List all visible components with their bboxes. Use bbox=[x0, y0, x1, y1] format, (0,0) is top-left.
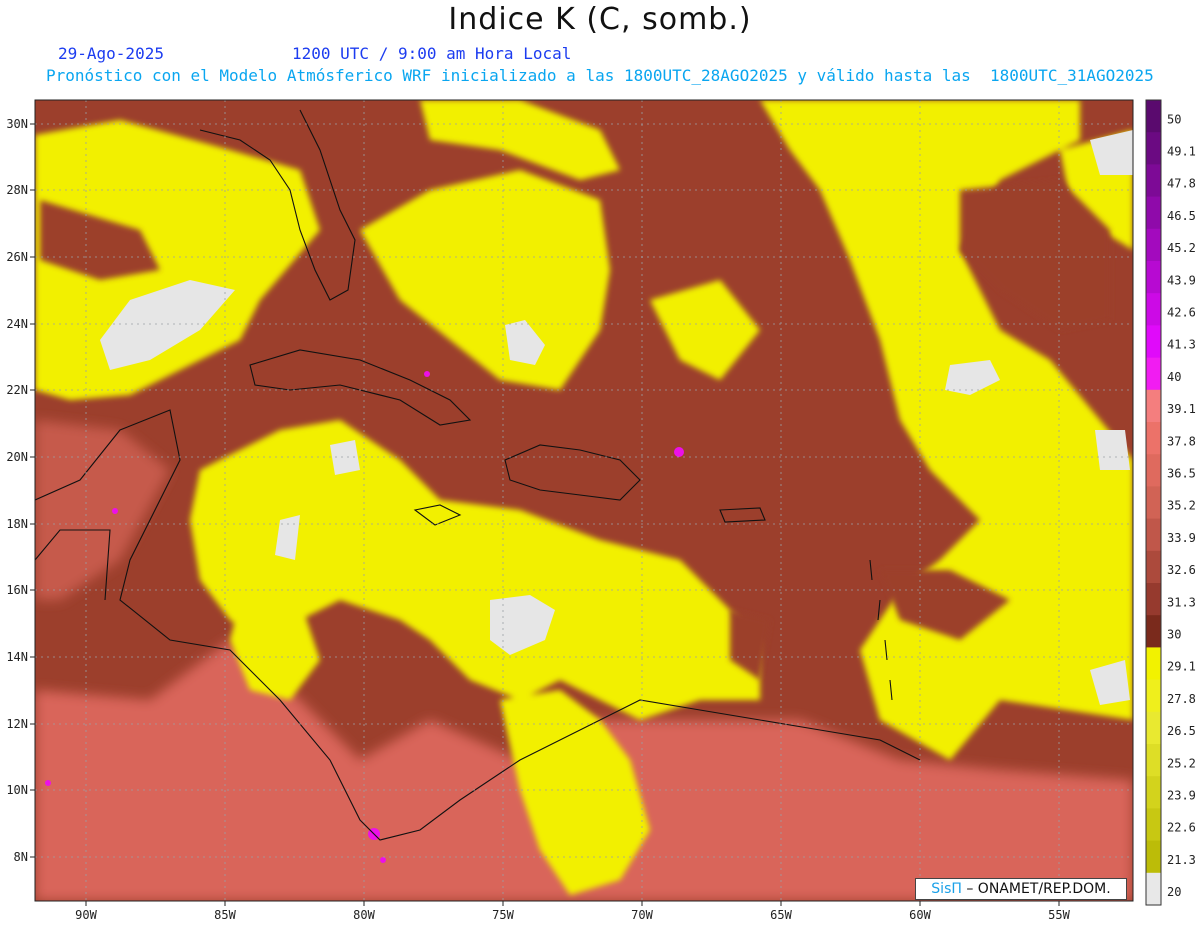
colorbar-label: 27.8 bbox=[1167, 692, 1196, 706]
colorbar-swatch bbox=[1146, 100, 1161, 133]
org-label: – ONAMET/REP.DOM. bbox=[966, 881, 1111, 897]
credit-box: SisΠ – ONAMET/REP.DOM. bbox=[915, 878, 1127, 900]
lat-label-30n: 30N bbox=[6, 117, 28, 131]
colorbar-swatch bbox=[1146, 744, 1161, 777]
colorbar-swatch bbox=[1146, 872, 1161, 906]
colorbar-swatch bbox=[1146, 422, 1161, 455]
colorbar-swatch bbox=[1146, 615, 1161, 648]
colorbar-label: 36.5 bbox=[1167, 467, 1196, 481]
colorbar-swatch bbox=[1146, 293, 1161, 326]
colorbar-swatch bbox=[1146, 486, 1161, 520]
colorbar-label: 47.8 bbox=[1167, 177, 1196, 191]
colorbar-label: 49.1 bbox=[1167, 145, 1196, 159]
lon-label-80w: 80W bbox=[353, 908, 375, 922]
colorbar-swatch bbox=[1146, 164, 1161, 198]
lon-label-65w: 65W bbox=[770, 908, 792, 922]
colorbar-swatch bbox=[1146, 647, 1161, 681]
colorbar-swatch bbox=[1146, 679, 1161, 713]
colorbar-label: 30 bbox=[1167, 628, 1181, 642]
colorbar-label: 32.6 bbox=[1167, 563, 1196, 577]
colorbar-swatch bbox=[1146, 357, 1161, 391]
lat-label-28n: 28N bbox=[6, 183, 28, 197]
colorbar-label: 23.9 bbox=[1167, 789, 1196, 803]
lat-label-24n: 24N bbox=[6, 317, 28, 331]
lon-label-75w: 75W bbox=[492, 908, 514, 922]
colorbar-label: 42.6 bbox=[1167, 306, 1196, 320]
colorbar-swatch bbox=[1146, 808, 1161, 842]
colorbar-label: 50 bbox=[1167, 112, 1181, 126]
lat-label-8n: 8N bbox=[14, 850, 28, 864]
lat-label-26n: 26N bbox=[6, 250, 28, 264]
colorbar-swatch bbox=[1146, 583, 1161, 616]
colorbar-label: 29.1 bbox=[1167, 660, 1196, 674]
colorbar-label: 20 bbox=[1167, 885, 1181, 899]
colorbar-label: 26.5 bbox=[1167, 724, 1196, 738]
colorbar-swatch bbox=[1146, 711, 1161, 745]
colorbar-swatch bbox=[1146, 550, 1161, 584]
lat-label-22n: 22N bbox=[6, 383, 28, 397]
colorbar-swatch bbox=[1146, 389, 1161, 423]
colorbar-label: 33.9 bbox=[1167, 531, 1196, 545]
colorbar-label: 39.1 bbox=[1167, 402, 1196, 416]
lat-label-16n: 16N bbox=[6, 583, 28, 597]
colorbar-label: 21.3 bbox=[1167, 853, 1196, 867]
colorbar-swatch bbox=[1146, 518, 1161, 552]
lat-label-20n: 20N bbox=[6, 450, 28, 464]
colorbar-swatch bbox=[1146, 196, 1161, 230]
forecast-map: 90W 85W 80W 75W 70W 65W 60W 55W 30N 28N … bbox=[6, 99, 1196, 922]
colorbar-label: 40 bbox=[1167, 370, 1181, 384]
lat-label-12n: 12N bbox=[6, 717, 28, 731]
lon-label-60w: 60W bbox=[909, 908, 931, 922]
colorbar-swatch bbox=[1146, 454, 1161, 487]
colorbar-swatch bbox=[1146, 776, 1161, 809]
k-index-field bbox=[35, 100, 1133, 901]
colorbar-label: 41.3 bbox=[1167, 338, 1196, 352]
lon-label-90w: 90W bbox=[75, 908, 97, 922]
lat-label-10n: 10N bbox=[6, 783, 28, 797]
lat-label-18n: 18N bbox=[6, 517, 28, 531]
lat-label-14n: 14N bbox=[6, 650, 28, 664]
colorbar-label: 35.2 bbox=[1167, 499, 1196, 513]
colorbar-swatch bbox=[1146, 228, 1161, 262]
colorbar-swatch bbox=[1146, 261, 1161, 294]
colorbar-swatch bbox=[1146, 840, 1161, 874]
colorbar-label: 22.6 bbox=[1167, 821, 1196, 835]
color-scale-legend: 50 49.1 47.8 46.5 45.2 43.9 42.6 41.3 40 39.1 37.8… bbox=[1145, 99, 1196, 906]
lon-label-70w: 70W bbox=[631, 908, 653, 922]
colorbar-label: 46.5 bbox=[1167, 209, 1196, 223]
lon-label-85w: 85W bbox=[214, 908, 236, 922]
colorbar-label: 37.8 bbox=[1167, 434, 1196, 448]
colorbar-label: 25.2 bbox=[1167, 756, 1196, 770]
brand-label: SisΠ bbox=[931, 881, 962, 897]
colorbar-swatch bbox=[1146, 132, 1161, 165]
colorbar-label: 31.3 bbox=[1167, 595, 1196, 609]
colorbar-label: 45.2 bbox=[1167, 241, 1196, 255]
colorbar-label: 43.9 bbox=[1167, 273, 1196, 287]
lon-label-55w: 55W bbox=[1048, 908, 1070, 922]
colorbar-swatch bbox=[1146, 325, 1161, 359]
